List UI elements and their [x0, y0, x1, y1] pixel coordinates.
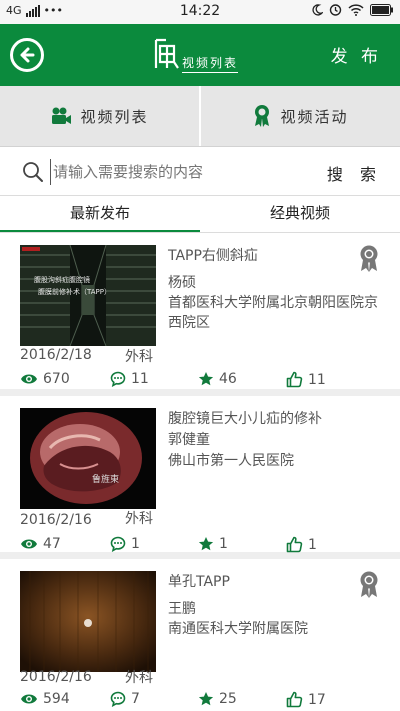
logo-title: 视频列表: [182, 54, 239, 73]
search-button[interactable]: 搜 索: [327, 161, 382, 185]
search-icon: [23, 162, 43, 182]
video-stats: 594 7 25 17: [0, 691, 400, 711]
wifi-icon: [348, 3, 364, 16]
status-bar: 4G ••• 14:22: [0, 0, 400, 24]
video-author: 王鹏: [168, 601, 196, 617]
video-title[interactable]: TAPP右侧斜疝: [168, 245, 258, 265]
star-icon: [198, 372, 214, 386]
comment-icon: [110, 691, 126, 707]
video-title[interactable]: 单孔TAPP: [168, 571, 230, 591]
thumbnail-caption: 腹膜前修补术（TAPP）: [38, 288, 111, 296]
video-organization: 首都医科大学附属北京朝阳医院京西院区: [168, 295, 378, 331]
thumbs-up-icon: [286, 536, 303, 553]
search-input[interactable]: [50, 159, 310, 185]
comments-count[interactable]: 11: [110, 371, 149, 387]
comments-count[interactable]: 7: [110, 691, 140, 707]
video-thumbnail[interactable]: [20, 571, 156, 672]
views-value: 670: [43, 371, 70, 387]
star-icon: [198, 537, 214, 551]
video-organization: 佛山市第一人民医院: [168, 453, 294, 469]
favorites-value: 25: [219, 691, 237, 707]
award-icon: [255, 105, 270, 127]
video-thumbnail[interactable]: 腹股沟斜疝腹腔镜 腹膜前修补术（TAPP）: [20, 245, 156, 346]
video-list: 腹股沟斜疝腹腔镜 腹膜前修补术（TAPP） TAPP右侧斜疝 杨硕 首都医科大学…: [0, 233, 400, 711]
likes-value: 11: [308, 371, 326, 388]
tab-classic[interactable]: 经典视频: [200, 196, 400, 232]
favorites-count[interactable]: 25: [198, 691, 237, 707]
video-department: 外科: [125, 349, 153, 365]
eye-icon: [21, 539, 37, 549]
thumbs-up-icon: [286, 691, 303, 708]
video-organization: 南通医科大学附属医院: [168, 621, 308, 637]
views-count: 594: [20, 691, 70, 707]
tab-video-list-label: 视频列表: [80, 107, 149, 126]
back-button[interactable]: [10, 38, 44, 72]
video-title[interactable]: 腹腔镜巨大小儿疝的修补: [168, 408, 322, 428]
likes-count[interactable]: 1: [286, 536, 317, 553]
likes-value: 1: [308, 536, 317, 553]
award-icon: [360, 245, 378, 272]
views-value: 47: [43, 536, 61, 552]
section-tabs: 视频列表 视频活动: [0, 86, 400, 147]
video-stats: 47 1 1 1: [0, 536, 400, 556]
eye-icon: [21, 694, 37, 704]
star-icon: [198, 692, 214, 706]
tab-video-events-label: 视频活动: [280, 107, 349, 126]
battery-icon: [370, 3, 393, 16]
status-right: [311, 3, 394, 16]
thumbnail-caption: 腹股沟斜疝腹腔镜: [34, 276, 90, 284]
video-department: 外科: [125, 670, 153, 686]
alarm-icon: [329, 4, 342, 16]
comments-count[interactable]: 1: [110, 536, 140, 552]
comments-value: 11: [131, 371, 149, 387]
favorites-value: 1: [219, 536, 228, 552]
app-logo: 视频列表: [152, 36, 248, 76]
video-stats: 670 11 46 11: [0, 371, 400, 391]
video-item[interactable]: 单孔TAPP 王鹏 南通医科大学附属医院 2016/2/16 外科 594 7 …: [0, 559, 400, 711]
likes-count[interactable]: 11: [286, 371, 326, 388]
moon-icon: [312, 3, 323, 16]
award-icon: [360, 571, 378, 598]
category-tabs: 最新发布 经典视频: [0, 196, 400, 233]
video-author: 杨硕: [168, 275, 196, 291]
thumbnail-caption: 鲁旌東: [92, 475, 120, 485]
video-thumbnail[interactable]: 鲁旌東: [20, 408, 156, 509]
comment-icon: [110, 371, 126, 387]
likes-value: 17: [308, 691, 326, 708]
views-count: 47: [20, 536, 61, 552]
video-date: 2016/2/18: [20, 347, 92, 363]
eye-icon: [21, 374, 37, 384]
tab-video-events[interactable]: 视频活动: [201, 86, 400, 146]
video-item[interactable]: 鲁旌東 腹腔镜巨大小儿疝的修补 郭健童 佛山市第一人民医院 2016/2/16 …: [0, 396, 400, 559]
logo-mark-icon: [154, 38, 179, 69]
tab-video-list[interactable]: 视频列表: [0, 86, 199, 146]
comment-icon: [110, 536, 126, 552]
video-department: 外科: [125, 511, 153, 527]
likes-count[interactable]: 17: [286, 691, 326, 708]
publish-button[interactable]: 发 布: [331, 42, 382, 67]
comments-value: 7: [131, 691, 140, 707]
app-header: 视频列表 发 布: [0, 24, 400, 86]
views-count: 670: [20, 371, 70, 387]
video-date: 2016/2/16: [20, 669, 92, 685]
tab-latest[interactable]: 最新发布: [0, 196, 200, 232]
views-value: 594: [43, 691, 70, 707]
favorites-value: 46: [219, 371, 237, 387]
video-item[interactable]: 腹股沟斜疝腹腔镜 腹膜前修补术（TAPP） TAPP右侧斜疝 杨硕 首都医科大学…: [0, 233, 400, 396]
video-date: 2016/2/16: [20, 512, 92, 528]
video-camera-icon: [52, 107, 72, 124]
comments-value: 1: [131, 536, 140, 552]
search-bar: 搜 索: [0, 148, 400, 196]
favorites-count[interactable]: 46: [198, 371, 237, 387]
video-author: 郭健童: [168, 432, 210, 448]
thumbs-up-icon: [286, 371, 303, 388]
favorites-count[interactable]: 1: [198, 536, 228, 552]
back-arrow-icon: [20, 47, 35, 63]
